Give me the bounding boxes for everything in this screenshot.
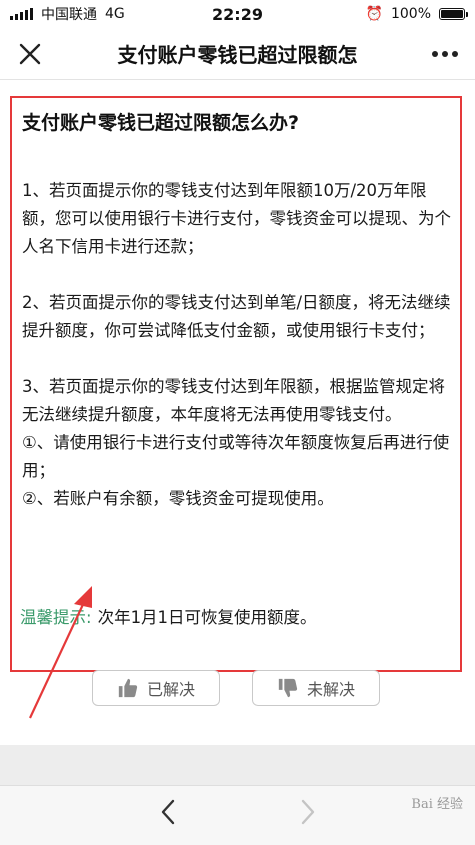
- battery-percent: 100%: [390, 6, 431, 22]
- signal-icon: [10, 8, 33, 20]
- answer-item-1: ①、请使用银行卡进行支付或等待次年额度恢复后再进行使用；: [22, 433, 450, 480]
- tip: 温馨提示: 次年1月1日可恢复使用额度。: [20, 604, 317, 628]
- resolved-button[interactable]: 已解决: [92, 670, 220, 706]
- status-bar: 中国联通 4G 22:29 ⏰ 100%: [0, 0, 475, 28]
- resolved-label: 已解决: [146, 680, 195, 699]
- forward-button[interactable]: [288, 798, 328, 833]
- more-icon: [432, 50, 458, 57]
- alarm-icon: ⏰: [365, 6, 383, 22]
- answer-paragraph-3: 3、若页面提示你的零钱支付达到年限额，根据监管规定将无法继续提升额度，本年度将无…: [22, 377, 445, 424]
- unresolved-label: 未解决: [306, 680, 355, 699]
- answer-paragraph-2: 2、若页面提示你的零钱支付达到单笔/日额度，将无法继续提升额度，你可尝试降低支付…: [22, 293, 451, 340]
- status-left: 中国联通 4G: [10, 4, 125, 24]
- network-label: 4G: [105, 6, 125, 22]
- feedback-buttons: 已解决 未解决: [92, 670, 380, 706]
- close-icon: [19, 43, 41, 64]
- unresolved-button[interactable]: 未解决: [252, 670, 380, 706]
- back-button[interactable]: [148, 798, 188, 833]
- battery-fill: [441, 10, 463, 18]
- answer-highlight-box: 支付账户零钱已超过限额怎么办? 1、若页面提示你的零钱支付达到年限额10万/20…: [10, 96, 462, 672]
- watermark-logo: Bai 经验: [411, 797, 463, 812]
- battery-icon: [439, 8, 468, 20]
- more-button[interactable]: [415, 28, 475, 80]
- tip-label: 温馨提示:: [20, 608, 92, 627]
- tip-text: 次年1月1日可恢复使用额度。: [97, 608, 317, 627]
- carrier-label: 中国联通: [41, 7, 97, 23]
- nav-bar: 支付账户零钱已超过限额怎: [0, 28, 475, 80]
- answer-title: 支付账户零钱已超过限额怎么办?: [22, 112, 300, 134]
- content-area: 支付账户零钱已超过限额怎么办? 1、若页面提示你的零钱支付达到年限额10万/20…: [0, 80, 475, 745]
- thumbs-up-icon: [118, 678, 138, 698]
- close-button[interactable]: [0, 28, 60, 80]
- page-title: 支付账户零钱已超过限额怎: [117, 43, 358, 67]
- status-right: ⏰ 100%: [365, 6, 468, 22]
- bottom-toolbar: [0, 785, 475, 845]
- thumbs-down-icon: [278, 678, 298, 698]
- answer-paragraph-1: 1、若页面提示你的零钱支付达到年限额10万/20万年限额，您可以使用银行卡进行支…: [22, 181, 451, 256]
- status-time: 22:29: [212, 4, 263, 24]
- answer-item-2: ②、若账户有余额，零钱资金可提现使用。: [22, 489, 334, 508]
- chevron-left-icon: [161, 799, 174, 825]
- chevron-right-icon: [301, 799, 314, 825]
